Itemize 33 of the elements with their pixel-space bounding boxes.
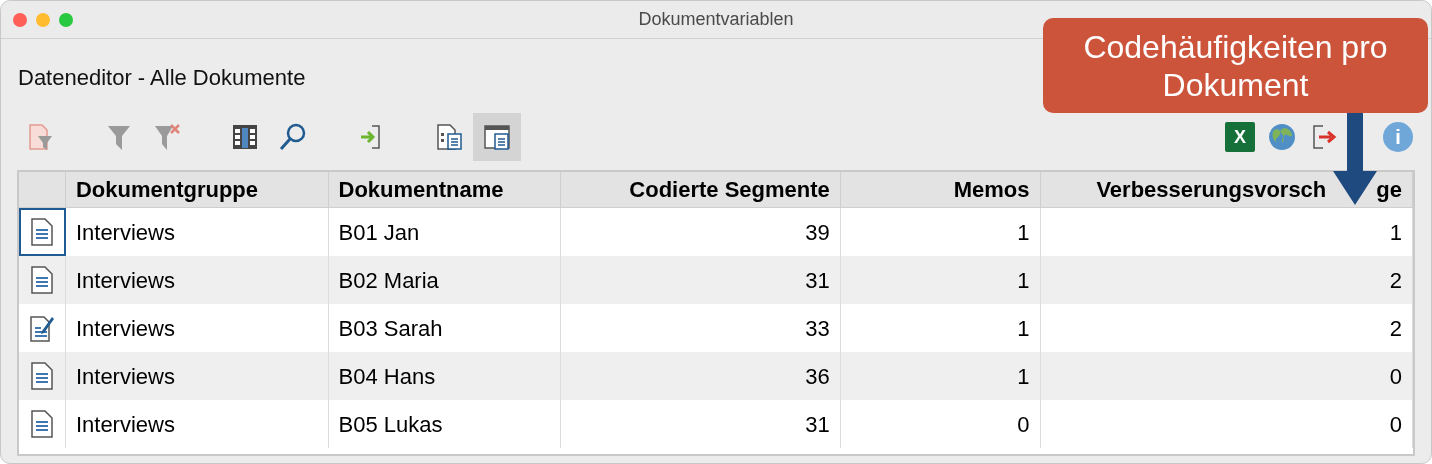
excel-button[interactable]: X (1225, 122, 1255, 152)
document-icon (30, 217, 55, 247)
column-header[interactable]: Dokumentname (338, 173, 504, 206)
document-icon (29, 361, 54, 391)
table-cell: 0 (1040, 400, 1413, 448)
row-icon-cell[interactable] (19, 208, 66, 256)
search-icon (278, 122, 308, 152)
grid-icon (230, 122, 260, 152)
table-row[interactable]: Interviews B04 Hans 36 1 0 (19, 352, 1413, 400)
column-header[interactable]: Dokumentgruppe (75, 173, 259, 206)
table-cell: Interviews (65, 400, 329, 448)
window-title: Dokumentvariablen (638, 8, 794, 31)
column-header[interactable]: Codierte Segmente (629, 173, 830, 206)
filter-clear-icon (152, 122, 182, 152)
column-header[interactable]: Verbesserungsvorsch (1096, 173, 1327, 206)
document-icon (29, 409, 54, 439)
table-cell: 0 (840, 400, 1041, 448)
document-window-icon (482, 122, 512, 152)
callout: Codehäufigkeiten pro Dokument (1043, 18, 1428, 113)
table-row[interactable]: Interviews B02 Maria 31 1 2 (19, 256, 1413, 304)
document-icon (29, 265, 54, 295)
column-header[interactable]: ge (1376, 173, 1402, 206)
table-cell: B05 Lukas (328, 400, 562, 448)
column-header[interactable]: Memos (953, 173, 1030, 206)
table-row[interactable]: Interviews B01 Jan 39 1 1 (19, 208, 1413, 256)
editor-heading: Dateneditor - Alle Dokumente (18, 65, 306, 90)
arrow-icon (1333, 113, 1377, 205)
close-window-icon[interactable] (13, 12, 27, 27)
globe-icon (1267, 122, 1297, 152)
document-list-icon (434, 122, 464, 152)
table-cell: 31 (561, 400, 841, 448)
toolbar-button[interactable] (473, 113, 521, 161)
document-edit-icon (28, 313, 55, 343)
